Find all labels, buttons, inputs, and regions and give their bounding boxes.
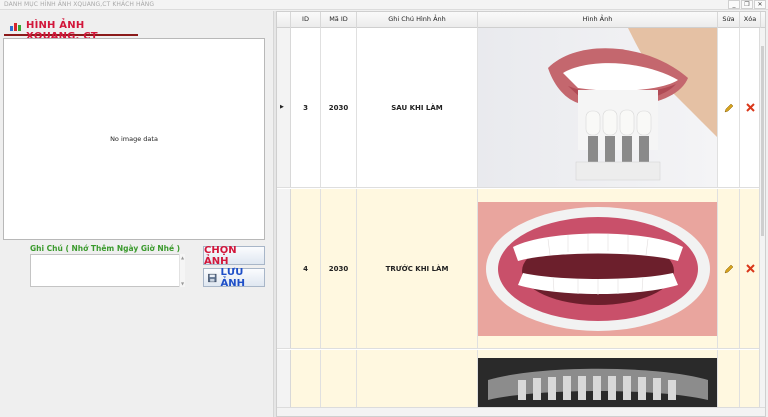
header-id[interactable]: ID	[291, 12, 321, 28]
row-indicator[interactable]	[277, 189, 291, 348]
teeth-shade-guide-photo[interactable]	[478, 28, 718, 187]
image-upload-panel: HÌNH ẢNH XQUANG, CT No image data Ghi Ch…	[0, 11, 272, 417]
delete-x-icon[interactable]	[745, 264, 755, 273]
delete-cell[interactable]	[740, 189, 761, 348]
note-scrollbar[interactable]: ▲ ▼	[179, 254, 185, 287]
header-delete[interactable]: Xóa	[740, 12, 761, 28]
scroll-down-icon[interactable]: ▼	[181, 281, 184, 286]
restore-button[interactable]: ❐	[741, 0, 753, 9]
save-image-label: LƯU ẢNH	[220, 266, 246, 289]
pencil-icon[interactable]	[724, 103, 734, 113]
grid-header: ID Mã ID Ghi Chú Hình Ảnh Hình Ảnh Sửa X…	[277, 12, 765, 28]
pencil-icon[interactable]	[724, 264, 734, 274]
header-indicator	[277, 12, 291, 28]
edit-cell[interactable]	[718, 189, 740, 348]
header-image[interactable]: Hình Ảnh	[478, 12, 718, 28]
open-mouth-retractor-photo[interactable]	[478, 189, 718, 348]
cell-ma-id[interactable]: 2030	[321, 28, 357, 187]
note-label: Ghi Chú ( Nhớ Thêm Ngày Giờ Nhé )	[30, 244, 181, 253]
current-row-arrow-icon: ▶	[280, 104, 284, 110]
delete-x-icon[interactable]	[745, 103, 755, 112]
cell-ma-id[interactable]: 2030	[321, 189, 357, 348]
header-note[interactable]: Ghi Chú Hình Ảnh	[357, 12, 478, 28]
table-row[interactable]: 4 2030 TRƯỚC KHI LÀM	[277, 189, 765, 349]
table-row[interactable]: ▶ 3 2030 SAU KHI LÀM	[277, 28, 765, 188]
window-controls: _ ❐ ✕	[727, 0, 766, 10]
floppy-disk-icon	[208, 273, 217, 282]
note-wrapper: ▲ ▼	[30, 254, 185, 287]
cell-id[interactable]: 3	[291, 28, 321, 187]
cell-id[interactable]: 4	[291, 189, 321, 348]
chart-icon	[10, 23, 21, 31]
choose-image-label: CHỌN ẢNH	[204, 244, 237, 267]
scroll-thumb[interactable]	[761, 46, 764, 236]
scroll-up-icon[interactable]: ▲	[181, 255, 184, 260]
edit-cell[interactable]	[718, 28, 740, 187]
cell-note[interactable]: TRƯỚC KHI LÀM	[357, 189, 478, 348]
no-image-text: No image data	[110, 135, 158, 143]
header-ma-id[interactable]: Mã ID	[321, 12, 357, 28]
note-input[interactable]	[30, 254, 185, 287]
choose-image-button[interactable]: CHỌN ẢNH	[203, 244, 265, 267]
grid-horizontal-scrollbar[interactable]	[277, 407, 765, 416]
save-image-button[interactable]: LƯU ẢNH	[203, 266, 265, 289]
minimize-button[interactable]: _	[728, 0, 740, 9]
cell-note[interactable]: SAU KHI LÀM	[357, 28, 478, 187]
image-preview[interactable]: No image data	[3, 38, 265, 240]
delete-cell[interactable]	[740, 28, 761, 187]
grid-vertical-scrollbar[interactable]	[759, 28, 765, 416]
row-indicator[interactable]: ▶	[277, 28, 291, 187]
header-edit[interactable]: Sửa	[718, 12, 740, 28]
window-title-bar: DANH MỤC HÌNH ẢNH XQUANG,CT KHÁCH HÀNG _…	[0, 0, 768, 10]
tab-xray-ct[interactable]: HÌNH ẢNH XQUANG, CT	[4, 16, 138, 42]
close-button[interactable]: ✕	[754, 0, 766, 9]
image-grid: ID Mã ID Ghi Chú Hình Ảnh Hình Ảnh Sửa X…	[276, 11, 766, 417]
window-title: DANH MỤC HÌNH ẢNH XQUANG,CT KHÁCH HÀNG	[4, 1, 155, 8]
